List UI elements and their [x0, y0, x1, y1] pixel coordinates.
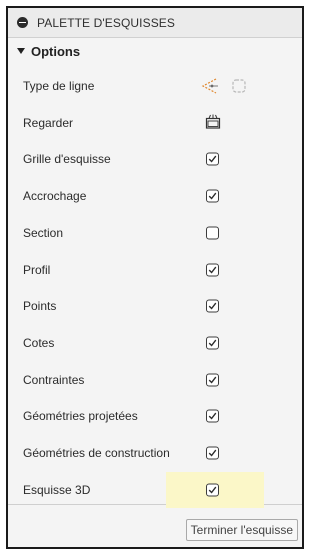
checkbox-grille-d-esquisse[interactable]	[206, 152, 219, 166]
checkmark-icon	[208, 376, 217, 384]
checkbox-points[interactable]	[206, 299, 219, 313]
checkmark-icon	[208, 302, 217, 310]
options-section-header[interactable]: Options	[8, 38, 302, 64]
option-row-regarder: Regarder	[8, 105, 302, 141]
checked-checkbox-icon[interactable]	[206, 263, 219, 276]
option-label: Contraintes	[23, 372, 85, 387]
option-row-contraintes: Contraintes	[8, 362, 302, 398]
option-label: Points	[23, 299, 57, 314]
construction-line-icon[interactable]	[200, 77, 220, 95]
checked-checkbox-icon[interactable]	[206, 299, 219, 313]
options-section-label: Options	[31, 43, 81, 59]
option-row-profil: Profil	[8, 252, 302, 288]
checkmark-icon	[208, 156, 217, 163]
linetype-controls	[200, 77, 248, 95]
checkmark-icon	[208, 339, 217, 347]
option-row-cotes: Cotes	[8, 325, 302, 361]
look-at-icon	[205, 114, 221, 129]
palette-titlebar[interactable]: PALETTE D'ESQUISSES	[8, 8, 302, 38]
checkbox-section[interactable]	[206, 226, 219, 240]
centerline-icon[interactable]	[230, 77, 248, 95]
finish-sketch-button[interactable]: Terminer l'esquisse	[185, 519, 298, 541]
option-row-geometries-projetees: Géométries projetées	[8, 398, 302, 434]
checked-checkbox-icon[interactable]	[206, 483, 219, 497]
checkbox-contraintes[interactable]	[206, 373, 219, 387]
option-label: Accrochage	[23, 189, 87, 204]
checkmark-icon	[208, 449, 217, 457]
checked-checkbox-icon[interactable]	[206, 152, 219, 166]
expand-triangle-icon[interactable]	[17, 48, 25, 54]
option-label: Type de ligne	[23, 79, 95, 93]
option-label: Géométries projetées	[23, 409, 138, 424]
checkbox-profil[interactable]	[206, 263, 219, 276]
option-label: Géométries de construction	[23, 446, 170, 460]
sketch-palette: PALETTE D'ESQUISSES Options Terminer l'e…	[6, 6, 304, 549]
option-row-grille-d-esquisse: Grille d'esquisse	[8, 141, 302, 177]
checkbox-accrochage[interactable]	[206, 189, 219, 203]
checkmark-icon	[208, 192, 217, 200]
option-label: Regarder	[23, 115, 74, 130]
option-row-type-de-ligne: Type de ligne	[8, 68, 302, 104]
checked-checkbox-icon[interactable]	[206, 373, 219, 387]
option-label: Esquisse 3D	[23, 482, 91, 497]
option-label: Cotes	[23, 335, 55, 350]
option-row-section: Section	[8, 215, 302, 251]
palette-footer: Terminer l'esquisse	[8, 504, 302, 547]
checkbox-geometries-de-construction[interactable]	[206, 446, 219, 460]
checkmark-icon	[208, 486, 217, 494]
option-row-esquisse-3d: Esquisse 3D	[8, 471, 302, 508]
palette-title: PALETTE D'ESQUISSES	[37, 15, 176, 30]
look-at-button[interactable]	[205, 113, 221, 132]
checkmark-icon	[208, 412, 217, 420]
option-row-geometries-de-construction: Géométries de construction	[8, 435, 302, 471]
option-label: Grille d'esquisse	[23, 152, 111, 167]
unchecked-checkbox-icon[interactable]	[206, 226, 219, 240]
checkbox-esquisse-3d[interactable]	[206, 483, 219, 497]
checked-checkbox-icon[interactable]	[206, 336, 219, 350]
checked-checkbox-icon[interactable]	[206, 409, 219, 423]
collapse-minus-icon[interactable]	[17, 17, 28, 28]
checked-checkbox-icon[interactable]	[206, 189, 219, 203]
option-label: Profil	[23, 262, 51, 277]
checkbox-cotes[interactable]	[206, 336, 219, 350]
checked-checkbox-icon[interactable]	[206, 446, 219, 460]
option-row-accrochage: Accrochage	[8, 178, 302, 214]
option-row-points: Points	[8, 288, 302, 324]
checkbox-geometries-projetees[interactable]	[206, 409, 219, 423]
option-label: Section	[23, 225, 64, 240]
checkmark-icon	[208, 266, 217, 274]
